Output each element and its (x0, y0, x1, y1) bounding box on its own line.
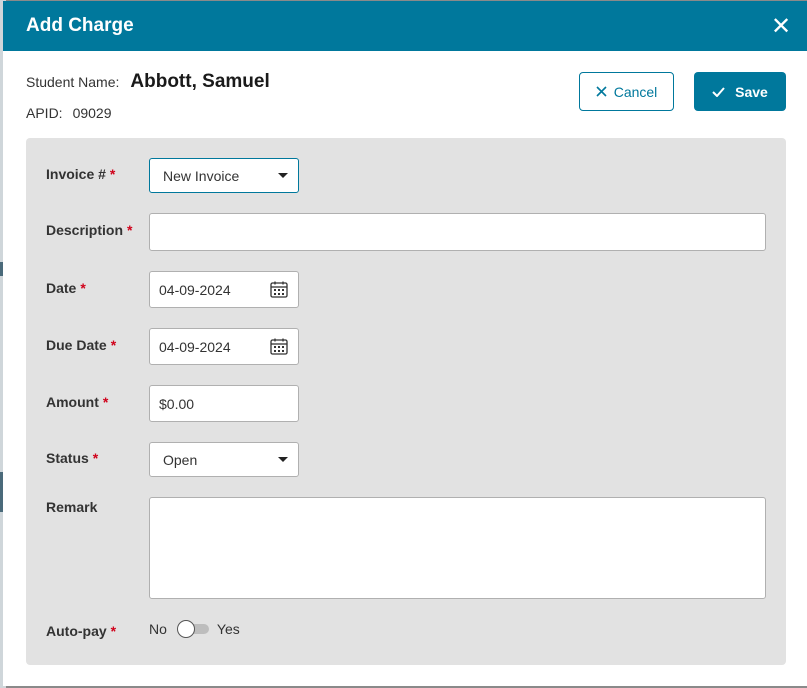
chevron-down-icon (278, 457, 288, 462)
calendar-icon[interactable] (270, 281, 288, 298)
cancel-button-label: Cancel (613, 83, 658, 100)
calendar-icon[interactable] (270, 338, 288, 355)
close-icon (596, 86, 607, 97)
required-mark: * (110, 623, 117, 639)
student-name: Abbott, Samuel (130, 71, 270, 92)
due-date-input[interactable]: 04-09-2024 (149, 328, 299, 365)
status-select-value: Open (163, 451, 198, 468)
toggle-knob (176, 620, 195, 638)
description-input[interactable] (149, 213, 766, 251)
autopay-label-text: Auto-pay (46, 623, 107, 639)
due-date-label: Due Date * (46, 337, 116, 353)
close-icon[interactable]: ✕ (769, 13, 793, 40)
apid-value: 09029 (72, 105, 112, 121)
cancel-button[interactable]: Cancel (579, 72, 674, 111)
autopay-label: Auto-pay * (46, 623, 116, 639)
amount-value: $0.00 (159, 395, 195, 412)
dialog-title: Add Charge (26, 15, 134, 36)
due-date-label-text: Due Date (46, 337, 107, 353)
date-label: Date * (46, 280, 86, 296)
add-charge-dialog: Add Charge ✕ Student Name: Abbott, Samue… (3, 1, 807, 686)
autopay-toggle[interactable] (176, 620, 209, 638)
autopay-toggle-row: No Yes (149, 620, 240, 638)
date-label-text: Date (46, 280, 77, 296)
invoice-select-value: New Invoice (163, 167, 240, 184)
amount-label-text: Amount (46, 394, 99, 410)
required-mark: * (110, 337, 117, 353)
description-label-text: Description (46, 222, 124, 238)
date-input[interactable]: 04-09-2024 (149, 271, 299, 308)
date-value: 04-09-2024 (159, 281, 231, 298)
autopay-off-label: No (149, 621, 167, 637)
required-mark: * (109, 166, 116, 182)
chevron-down-icon (278, 173, 288, 178)
description-label: Description * (46, 222, 132, 238)
required-mark: * (92, 450, 99, 466)
charge-form: Invoice # * New Invoice Description * Date… (26, 138, 786, 665)
save-button[interactable]: Save (694, 72, 786, 111)
autopay-on-label: Yes (216, 621, 240, 637)
invoice-label-text: Invoice # (46, 166, 106, 182)
remark-label: Remark (46, 499, 97, 515)
invoice-select[interactable]: New Invoice (149, 158, 299, 193)
student-name-label: Student Name: (26, 74, 120, 90)
amount-label: Amount * (46, 394, 108, 410)
required-mark: * (80, 280, 86, 296)
save-button-label: Save (735, 83, 768, 100)
remark-textarea[interactable] (149, 497, 766, 599)
required-mark: * (102, 394, 109, 410)
amount-input[interactable]: $0.00 (149, 385, 299, 422)
remark-label-text: Remark (46, 499, 98, 515)
status-label: Status * (46, 450, 98, 466)
due-date-value: 04-09-2024 (159, 338, 231, 355)
dialog-header: Add Charge ✕ (3, 1, 807, 51)
status-select[interactable]: Open (149, 442, 299, 477)
check-icon (712, 86, 725, 97)
invoice-label: Invoice # * (46, 166, 115, 182)
required-mark: * (127, 222, 133, 238)
apid-label: APID: (26, 105, 63, 121)
status-label-text: Status (46, 450, 89, 466)
student-info: Student Name: Abbott, Samuel APID: 09029 (26, 71, 270, 121)
